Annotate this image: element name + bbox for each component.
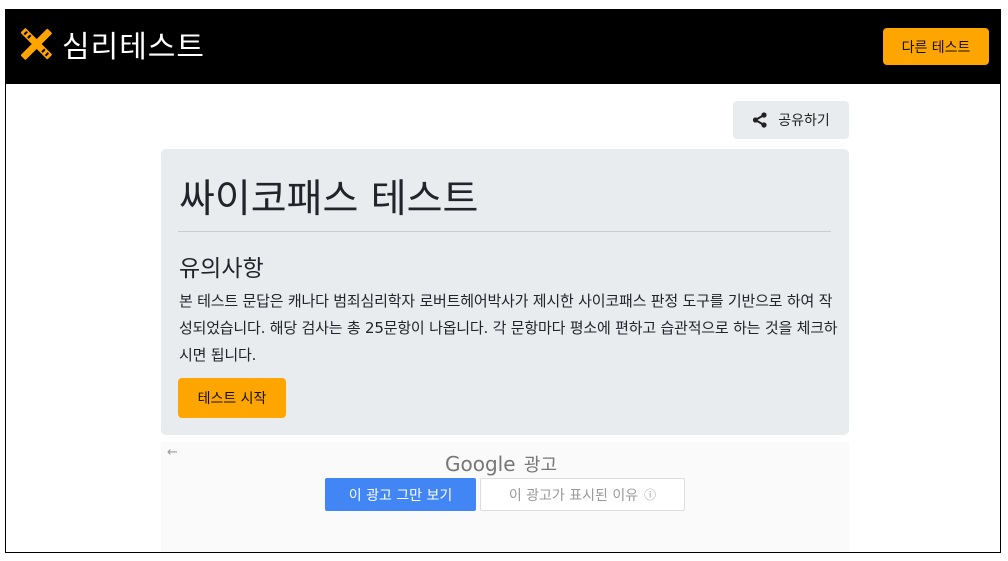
other-test-button[interactable]: 다른 테스트: [883, 28, 989, 65]
share-button[interactable]: 공유하기: [733, 101, 849, 139]
notice-heading: 유의사항: [179, 256, 264, 282]
share-icon: [753, 112, 767, 128]
ad-header: Google 광고: [445, 451, 557, 477]
brand-name: 심리테스트: [62, 30, 205, 65]
back-arrow-icon[interactable]: ←: [167, 445, 178, 460]
why-this-ad-button[interactable]: 이 광고가 표시된 이유 ⓘ: [480, 478, 685, 511]
why-this-ad-label: 이 광고가 표시된 이유: [508, 487, 639, 504]
google-logo: Google: [445, 452, 516, 476]
navbar: 심리테스트 다른 테스트: [6, 10, 1000, 84]
pencil-ruler-icon: [20, 28, 52, 60]
divider: [178, 231, 831, 232]
browser-viewport: 심리테스트 다른 테스트 공유하기 싸이코패스 테스트 유의사항 본 테스트 문…: [5, 9, 1001, 553]
share-label: 공유하기: [778, 113, 830, 129]
ad-label: 광고: [523, 455, 558, 476]
stop-ad-button[interactable]: 이 광고 그만 보기: [325, 478, 476, 511]
info-icon: ⓘ: [644, 488, 657, 502]
start-test-button[interactable]: 테스트 시작: [178, 378, 286, 418]
ad-panel: ← Google 광고 이 광고 그만 보기 이 광고가 표시된 이유 ⓘ: [161, 442, 849, 552]
notice-text: 본 테스트 문답은 캐나다 범죄심리학자 로버트헤어박사가 제시한 사이코패스 …: [179, 292, 838, 364]
test-intro-panel: 싸이코패스 테스트 유의사항 본 테스트 문답은 캐나다 범죄심리학자 로버트헤…: [161, 149, 849, 435]
page-title: 싸이코패스 테스트: [179, 177, 479, 222]
brand-logo[interactable]: 심리테스트: [18, 24, 205, 65]
